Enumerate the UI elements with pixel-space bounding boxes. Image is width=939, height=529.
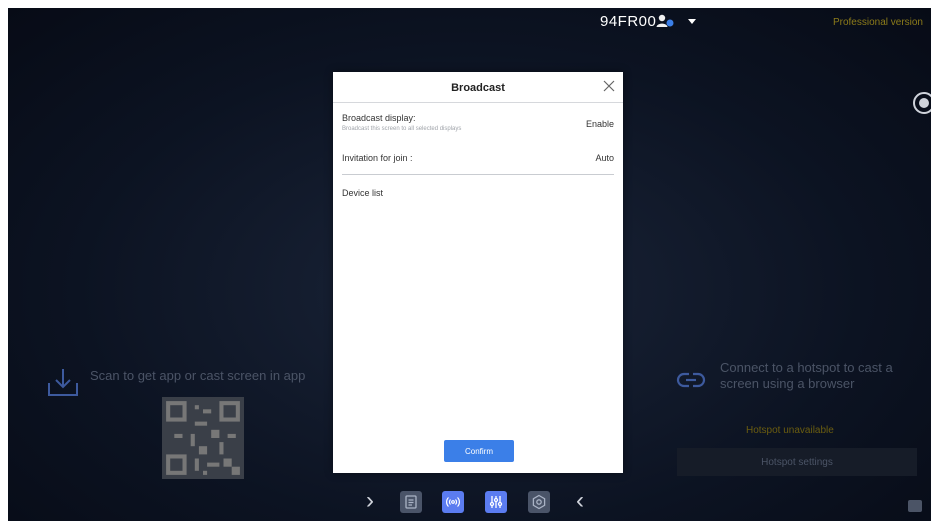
- hotspot-status: Hotspot unavailable: [746, 425, 834, 436]
- broadcast-display-row[interactable]: Broadcast display: Broadcast this screen…: [342, 113, 614, 132]
- confirm-button[interactable]: Confirm: [444, 440, 514, 462]
- invitation-row[interactable]: Invitation for join : Auto: [342, 153, 614, 163]
- edition-label: Professional version: [832, 17, 923, 28]
- invitation-label: Invitation for join :: [342, 153, 413, 163]
- close-icon[interactable]: [603, 79, 615, 92]
- broadcast-display-description: Broadcast this screen to all selected di…: [342, 126, 462, 132]
- broadcast-display-label: Broadcast display:: [342, 113, 416, 123]
- dialog-title: Broadcast: [451, 82, 505, 94]
- broadcast-dialog: Broadcast Broadcast display: Broadcast t…: [333, 72, 623, 473]
- dialog-header: Broadcast: [333, 72, 623, 103]
- equalizer-icon[interactable]: [485, 491, 507, 513]
- chevron-right-icon[interactable]: ›: [366, 487, 374, 515]
- broadcast-icon[interactable]: [442, 491, 464, 513]
- qr-code: [162, 397, 244, 479]
- document-icon[interactable]: [400, 491, 422, 513]
- link-icon: [675, 364, 707, 396]
- broadcast-display-value[interactable]: Enable: [586, 119, 614, 129]
- device-name: 94FR00: [600, 13, 657, 30]
- device-list-section: Device list: [342, 188, 614, 198]
- chevron-left-icon[interactable]: ‹: [576, 487, 584, 515]
- record-icon[interactable]: [913, 92, 931, 114]
- settings-icon[interactable]: [528, 491, 550, 513]
- hotspot-settings-button[interactable]: Hotspot settings: [677, 448, 917, 476]
- invitation-value[interactable]: Auto: [595, 153, 614, 163]
- scan-instructions: Scan to get app or cast screen in app: [90, 368, 306, 383]
- cast-icon[interactable]: [908, 500, 922, 512]
- app-screen: 94FR00 Professional version Scan to get …: [8, 8, 931, 521]
- download-icon: [46, 366, 80, 398]
- divider: [342, 174, 614, 175]
- device-list-label: Device list: [342, 188, 384, 198]
- caret-down-icon[interactable]: [688, 19, 696, 24]
- hotspot-instructions: Connect to a hotspot to cast a screen us…: [720, 360, 893, 391]
- user-icon[interactable]: [656, 14, 678, 28]
